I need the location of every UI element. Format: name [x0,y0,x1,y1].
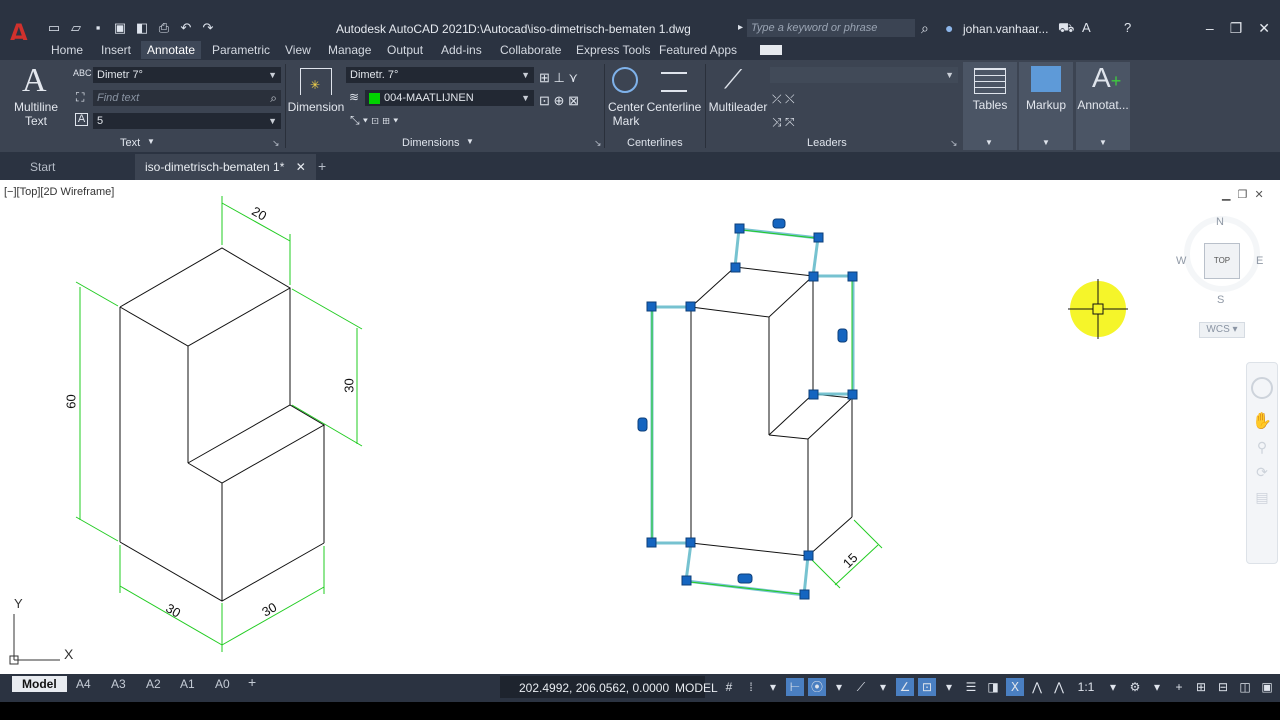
ucs-icon [9,614,60,665]
dim-text: 30 [341,378,357,393]
dim-text: 60 [63,394,79,409]
layout-tab-a2[interactable]: A2 [146,677,161,691]
isolate-objects-icon[interactable]: ◫ [1236,678,1254,696]
dim-line-15 [834,544,879,586]
dim-ext-line [291,288,363,330]
grip[interactable] [646,301,657,312]
dim-ext-line [75,516,119,542]
dim-ext-line [853,519,883,549]
annotation-monitor-icon[interactable]: + [1170,678,1188,696]
grid-icon[interactable]: # [720,678,738,696]
pickbox [1092,303,1104,315]
annotation-visibility-icon[interactable]: Ⅹ [1006,678,1024,696]
grip[interactable] [734,223,745,234]
right-top-face [690,266,815,318]
selected-dim-top [733,227,820,277]
wcs-label: WCS [1206,324,1230,335]
chevron-down-icon[interactable]: ▾ [764,678,782,696]
units-icon[interactable]: ⊞ [1192,678,1210,696]
ortho-icon[interactable]: ⊢ [786,678,804,696]
grip[interactable] [847,271,858,282]
lineweight-icon[interactable]: ☰ [962,678,980,696]
dim-ext-line [809,557,841,589]
layout-tab-a1[interactable]: A1 [180,677,195,691]
text-grip[interactable] [837,328,848,343]
viewcube-top-face[interactable]: TOP [1204,243,1240,279]
dim-line [689,581,801,595]
drawing-geometry [9,196,1128,665]
showmotion-icon[interactable]: ▤ [1247,489,1277,506]
selected-dim-bottom [684,542,810,597]
compass-west[interactable]: W [1176,255,1186,267]
layout-tab-a0[interactable]: A0 [215,677,230,691]
navigation-bar: ✋ ⚲ ⟳ ▤ [1246,362,1278,564]
grip[interactable] [799,589,810,600]
model-space-toggle[interactable]: MODEL [675,681,718,695]
chevron-down-icon[interactable]: ▾ [1104,678,1122,696]
snap-icon[interactable]: ⁞ [742,678,760,696]
add-layout-icon[interactable]: + [248,674,256,690]
grip[interactable] [808,271,819,282]
screen-bottom [0,702,1280,720]
steering-wheel-icon[interactable] [1251,377,1273,399]
left-step-face [187,404,325,484]
grip[interactable] [730,262,741,273]
right-object[interactable] [690,266,854,557]
pan-icon[interactable]: ✋ [1247,411,1277,431]
text-grip[interactable] [637,417,648,432]
selected-dimensions[interactable] [650,227,855,597]
dim-line [741,229,816,239]
annotation-scale-icon[interactable]: ⋀ [1050,678,1068,696]
isodraft-icon[interactable]: ⟋ [852,678,870,696]
workspace-gear-icon[interactable]: ⚙ [1126,678,1144,696]
right-step-face [768,393,854,440]
quick-properties-icon[interactable]: ⊟ [1214,678,1232,696]
ucs-y-label: Y [14,596,23,611]
grip[interactable] [808,389,819,400]
compass-south[interactable]: S [1217,294,1224,306]
zoom-icon[interactable]: ⚲ [1247,439,1277,456]
grip[interactable] [803,550,814,561]
text-grip[interactable] [772,218,786,229]
text-grip[interactable] [737,573,753,584]
annotation-scale-value[interactable]: 1:1 [1072,678,1100,696]
transparency-icon[interactable]: ◨ [984,678,1002,696]
grip[interactable] [685,537,696,548]
selected-dim-left [650,305,691,545]
status-toggles: # ⁞ ▾ ⊢ ⦿ ▾ ⟋ ▾ ∠ ⊡ ▾ ☰ ◨ Ⅹ ⋀ ⋀ 1:1 ▾ ⚙ … [720,678,1280,696]
wcs-menu[interactable]: WCS ▾ [1199,322,1245,338]
coordinates-readout[interactable]: 202.4992, 206.0562, 0.0000 [519,681,669,695]
chevron-down-icon[interactable]: ▾ [874,678,892,696]
grip[interactable] [813,232,824,243]
compass-east[interactable]: E [1256,255,1263,267]
layout-tab-a4[interactable]: A4 [76,677,91,691]
left-top-face [119,247,291,347]
chevron-down-icon[interactable]: ▾ [1148,678,1166,696]
polar-icon[interactable]: ⦿ [808,678,826,696]
crosshair-cursor [1068,279,1128,339]
orbit-icon[interactable]: ⟳ [1247,464,1277,481]
object-snap-tracking-icon[interactable]: ∠ [896,678,914,696]
clean-screen-icon[interactable]: ▣ [1258,678,1276,696]
grip[interactable] [685,301,696,312]
compass-north[interactable]: N [1216,216,1224,228]
ucs-x-label: X [64,646,74,662]
chevron-down-icon[interactable]: ▾ [940,678,958,696]
object-snap-icon[interactable]: ⊡ [918,678,936,696]
right-bottom-edges [690,516,853,557]
grip[interactable] [646,537,657,548]
left-object[interactable] [119,247,325,602]
layout-tab-a3[interactable]: A3 [111,677,126,691]
dim-ext-line [291,404,363,447]
grip[interactable] [681,575,692,586]
grip[interactable] [847,389,858,400]
chevron-down-icon[interactable]: ▾ [830,678,848,696]
layout-tab-model[interactable]: Model [12,676,67,692]
dim-ext-line [75,281,119,307]
auto-scale-icon[interactable]: ⋀ [1028,678,1046,696]
left-dimensions [75,196,363,652]
dim-line-30-bottom-right [221,586,325,646]
